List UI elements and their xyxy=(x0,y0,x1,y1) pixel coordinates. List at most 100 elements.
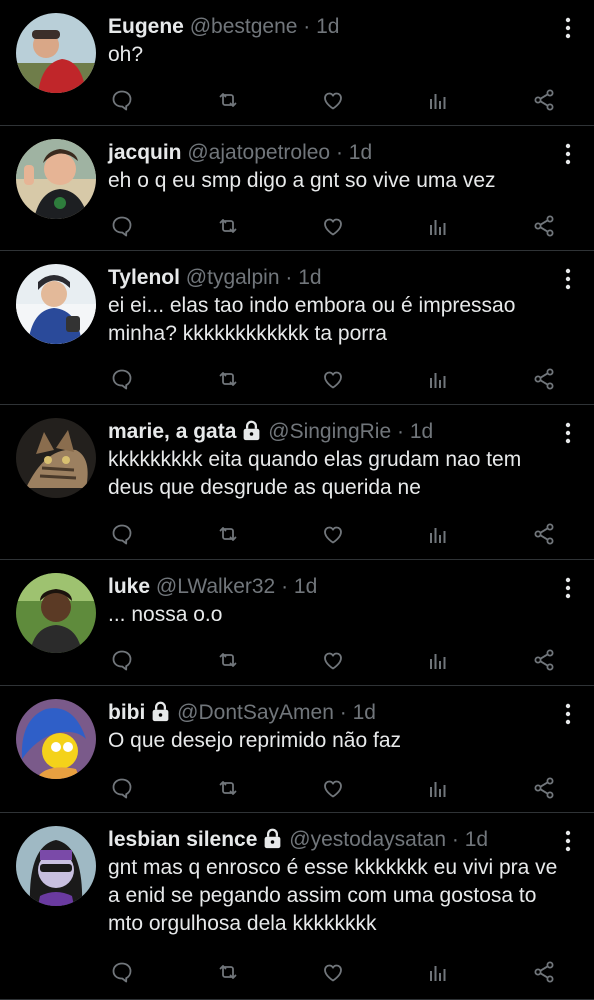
display-name[interactable]: marie, a gata xyxy=(108,420,236,443)
timestamp[interactable]: 1d xyxy=(294,575,317,598)
like-button[interactable] xyxy=(319,646,347,674)
views-button[interactable] xyxy=(424,774,452,802)
tweet[interactable]: lesbian silence @yestodaysatan · 1d gnt … xyxy=(0,813,594,1000)
user-handle[interactable]: @SingingRie xyxy=(268,420,391,443)
tweet[interactable]: luke @LWalker32 · 1d ... nossa o.o xyxy=(0,560,594,686)
analytics-icon xyxy=(424,88,452,112)
reply-button[interactable] xyxy=(108,958,136,986)
avatar[interactable] xyxy=(16,573,96,653)
tweet-text: kkkkkkkkk eita quando elas grudam nao te… xyxy=(108,448,522,499)
user-handle[interactable]: @tygalpin xyxy=(186,266,280,289)
avatar[interactable] xyxy=(16,826,96,906)
display-name[interactable]: Eugene xyxy=(108,15,184,38)
heart-icon xyxy=(319,522,347,546)
timestamp[interactable]: 1d xyxy=(465,828,488,851)
user-handle[interactable]: @DontSayAmen xyxy=(177,701,334,724)
share-button[interactable] xyxy=(530,646,558,674)
display-name[interactable]: lesbian silence xyxy=(108,828,257,851)
avatar[interactable] xyxy=(16,264,96,344)
user-handle[interactable]: @yestodaysatan xyxy=(289,828,446,851)
like-button[interactable] xyxy=(319,365,347,393)
timestamp[interactable]: 1d xyxy=(349,141,372,164)
retweet-button[interactable] xyxy=(214,86,242,114)
retweet-icon xyxy=(214,367,242,391)
views-button[interactable] xyxy=(424,520,452,548)
reply-button[interactable] xyxy=(108,212,136,240)
more-vertical-icon[interactable] xyxy=(564,16,572,40)
share-button[interactable] xyxy=(530,774,558,802)
avatar[interactable] xyxy=(16,139,96,219)
tweet-actions xyxy=(108,212,568,240)
reply-button[interactable] xyxy=(108,520,136,548)
analytics-icon xyxy=(424,648,452,672)
display-name[interactable]: Tylenol xyxy=(108,266,180,289)
share-button[interactable] xyxy=(530,212,558,240)
tweet-header: Tylenol @tygalpin · 1d xyxy=(108,265,558,291)
like-button[interactable] xyxy=(319,958,347,986)
more-vertical-icon[interactable] xyxy=(564,702,572,726)
timestamp[interactable]: 1d xyxy=(316,15,339,38)
retweet-button[interactable] xyxy=(214,958,242,986)
retweet-button[interactable] xyxy=(214,212,242,240)
user-handle[interactable]: @bestgene xyxy=(190,15,298,38)
like-button[interactable] xyxy=(319,212,347,240)
avatar[interactable] xyxy=(16,699,96,779)
avatar[interactable] xyxy=(16,418,96,498)
retweet-button[interactable] xyxy=(214,774,242,802)
share-button[interactable] xyxy=(530,365,558,393)
more-vertical-icon[interactable] xyxy=(564,576,572,600)
display-name[interactable]: bibi xyxy=(108,701,145,724)
user-handle[interactable]: @LWalker32 xyxy=(156,575,275,598)
display-name[interactable]: jacquin xyxy=(108,141,182,164)
tweet-header: marie, a gata @SingingRie · 1d xyxy=(108,419,558,445)
tweet-text: oh? xyxy=(108,43,144,66)
timestamp[interactable]: 1d xyxy=(410,420,433,443)
tweet[interactable]: bibi @DontSayAmen · 1d O que desejo repr… xyxy=(0,686,594,813)
retweet-button[interactable] xyxy=(214,646,242,674)
more-vertical-icon[interactable] xyxy=(564,421,572,445)
reply-button[interactable] xyxy=(108,365,136,393)
more-vertical-icon[interactable] xyxy=(564,829,572,853)
user-handle[interactable]: @ajatopetroleo xyxy=(187,141,330,164)
reply-button[interactable] xyxy=(108,646,136,674)
timestamp[interactable]: 1d xyxy=(298,266,321,289)
separator-dot: · xyxy=(285,266,293,289)
display-name[interactable]: luke xyxy=(108,575,150,598)
tweet[interactable]: marie, a gata @SingingRie · 1d kkkkkkkkk… xyxy=(0,405,594,560)
reply-icon xyxy=(108,776,136,800)
tweet-body: Tylenol @tygalpin · 1d ei ei... elas tao… xyxy=(108,265,558,348)
timestamp[interactable]: 1d xyxy=(353,701,376,724)
share-button[interactable] xyxy=(530,520,558,548)
views-button[interactable] xyxy=(424,86,452,114)
share-button[interactable] xyxy=(530,958,558,986)
retweet-button[interactable] xyxy=(214,520,242,548)
like-button[interactable] xyxy=(319,774,347,802)
heart-icon xyxy=(319,776,347,800)
avatar[interactable] xyxy=(16,13,96,93)
share-icon xyxy=(530,522,558,546)
more-vertical-icon[interactable] xyxy=(564,142,572,166)
share-button[interactable] xyxy=(530,86,558,114)
views-button[interactable] xyxy=(424,365,452,393)
like-button[interactable] xyxy=(319,520,347,548)
tweet[interactable]: Tylenol @tygalpin · 1d ei ei... elas tao… xyxy=(0,251,594,405)
tweet[interactable]: Eugene @bestgene · 1d oh? xyxy=(0,0,594,126)
reply-button[interactable] xyxy=(108,86,136,114)
tweet-text: O que desejo reprimido não faz xyxy=(108,729,402,752)
analytics-icon xyxy=(424,214,452,238)
reply-button[interactable] xyxy=(108,774,136,802)
analytics-icon xyxy=(424,776,452,800)
like-button[interactable] xyxy=(319,86,347,114)
views-button[interactable] xyxy=(424,958,452,986)
tweet[interactable]: jacquin @ajatopetroleo · 1d eh o q eu sm… xyxy=(0,126,594,251)
share-icon xyxy=(530,776,558,800)
tweet-header: luke @LWalker32 · 1d xyxy=(108,574,558,600)
views-button[interactable] xyxy=(424,646,452,674)
more-vertical-icon[interactable] xyxy=(564,267,572,291)
retweet-button[interactable] xyxy=(214,365,242,393)
views-button[interactable] xyxy=(424,212,452,240)
analytics-icon xyxy=(424,367,452,391)
retweet-icon xyxy=(214,214,242,238)
reply-icon xyxy=(108,88,136,112)
tweet-body: marie, a gata @SingingRie · 1d kkkkkkkkk… xyxy=(108,419,558,502)
